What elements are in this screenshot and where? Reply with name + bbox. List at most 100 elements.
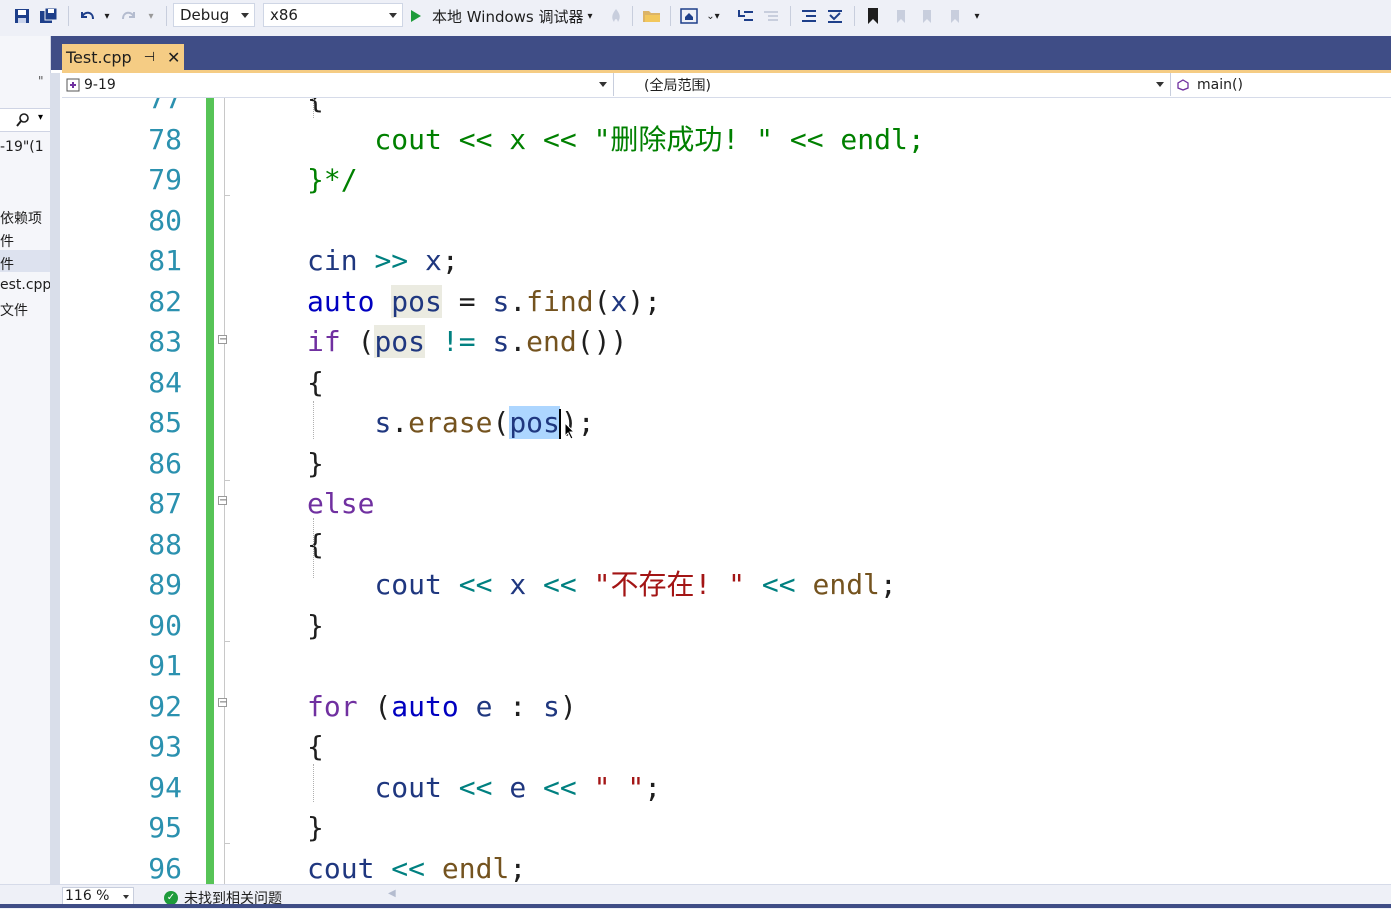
tree-item-resource-files[interactable]: 文件	[0, 300, 28, 320]
bookmark-icon[interactable]	[862, 6, 884, 26]
code-line[interactable]: auto pos = s.find(x);	[307, 282, 661, 322]
code-token: ())	[576, 325, 628, 358]
tab-test-cpp[interactable]: Test.cpp ⊣ ✕	[62, 44, 184, 70]
next-bookmark-icon[interactable]	[916, 6, 938, 26]
redo-icon[interactable]	[118, 6, 140, 26]
scroll-left-icon[interactable]: ◀	[388, 888, 396, 899]
line-number-margin: 77 78 79 80 81 82 83 84 85 86 87 88 89 90 91 92 93 94 95 96	[62, 98, 182, 884]
save-all-icon[interactable]	[38, 6, 60, 26]
panel-splitter[interactable]	[50, 73, 60, 908]
tree-item-test-cpp[interactable]: est.cpp	[0, 277, 50, 293]
platform-select[interactable]: x86	[263, 3, 403, 27]
code-token: endl	[812, 568, 880, 601]
indent-guide	[313, 401, 314, 439]
undo-icon[interactable]	[76, 6, 98, 26]
code-token: <<	[391, 851, 426, 885]
code-token: )	[559, 689, 577, 723]
code-token: s	[492, 325, 510, 358]
line-number: 91	[148, 649, 182, 682]
line-number: 84	[148, 365, 182, 399]
code-token: cin	[307, 244, 358, 277]
code-line[interactable]: s.erase(pos);	[307, 403, 595, 443]
member-select[interactable]: main()	[1171, 73, 1391, 96]
previous-bookmark-icon[interactable]	[890, 6, 912, 26]
chevron-down-icon: ▾	[38, 112, 44, 123]
close-icon[interactable]: ✕	[167, 48, 180, 67]
code-line[interactable]: else	[307, 484, 374, 524]
home-icon[interactable]	[678, 6, 700, 26]
code-token: <<	[543, 568, 577, 601]
code-line[interactable]: cout << x << "删除成功! " << endl;	[307, 120, 924, 160]
code-token: {	[307, 527, 324, 561]
code-token: ;	[644, 770, 662, 804]
global-scope-select[interactable]: (全局范围)	[614, 73, 1171, 96]
code-line[interactable]: }*/	[307, 160, 358, 200]
code-line[interactable]: cout << e << " ";	[307, 768, 661, 808]
chevron-down-icon: ▾	[587, 10, 593, 22]
line-number: 92	[148, 689, 182, 723]
code-token: >>	[374, 244, 409, 277]
code-line[interactable]: {	[307, 98, 324, 119]
code-token: else	[307, 487, 375, 520]
code-token: <<	[458, 568, 493, 601]
toolbar-separator	[68, 6, 69, 26]
code-line[interactable]: cout << endl;	[307, 849, 526, 885]
outdent-icon[interactable]	[734, 6, 756, 26]
hot-reload-icon[interactable]	[608, 6, 624, 26]
code-line[interactable]: {	[307, 363, 324, 403]
tree-item-header-files[interactable]: 件	[0, 254, 14, 274]
code-token: (	[492, 406, 510, 439]
chevron-down-icon	[123, 895, 129, 899]
toolbar-overflow-icon[interactable]: ▾	[970, 6, 984, 26]
code-line[interactable]: if (pos != s.end())	[307, 322, 627, 362]
search-input[interactable]: ▾	[0, 108, 50, 132]
code-line[interactable]: cin >> x;	[307, 241, 459, 281]
project-scope-select[interactable]: 9-19	[62, 73, 614, 96]
code-line[interactable]: }	[307, 808, 324, 848]
comment-icon[interactable]	[798, 6, 820, 26]
code-editor[interactable]: 77 78 79 80 81 82 83 84 85 86 87 88 89 90 91 92 93 94 95 96…	[62, 98, 1391, 884]
solution-config-select[interactable]: Debug	[173, 3, 255, 27]
sync-dropdown-icon[interactable]: ⌄▾	[704, 6, 722, 26]
start-debugging-label: 本地 Windows 调试器	[432, 7, 584, 26]
panel-options-icon[interactable]: "	[38, 74, 44, 88]
outline-end-tick	[224, 195, 230, 196]
redo-dropdown-icon[interactable]: ▾	[144, 6, 158, 26]
collapse-toggle[interactable]: −	[218, 496, 227, 506]
outline-end-tick	[224, 641, 230, 642]
code-line[interactable]: cout << x << "不存在! " << endl;	[307, 565, 896, 605]
open-folder-icon[interactable]	[641, 6, 663, 26]
collapse-toggle[interactable]: −	[218, 335, 227, 345]
code-line[interactable]: for (auto e : s)	[307, 687, 577, 727]
tree-item-project[interactable]: -19"(1	[0, 139, 44, 155]
start-debugging-button[interactable]: 本地 Windows 调试器 ▾	[408, 6, 608, 26]
tree-item-dependencies[interactable]: 依赖项	[0, 208, 42, 228]
solution-explorer-panel: " ▾ -19"(1 依赖项 件 件 est.cpp 文件 ▶	[0, 36, 51, 908]
toolbar-separator	[670, 6, 671, 26]
member-value: main()	[1197, 76, 1243, 93]
code-token: }*/	[307, 163, 358, 196]
undo-dropdown-icon[interactable]: ▾	[100, 6, 114, 26]
clear-bookmarks-icon[interactable]	[944, 6, 966, 26]
uncomment-icon[interactable]	[824, 6, 846, 26]
code-token: x	[610, 284, 628, 318]
code-line[interactable]: }	[307, 444, 324, 484]
code-token: .	[509, 325, 527, 358]
indent-icon[interactable]	[760, 6, 782, 26]
function-icon	[1177, 78, 1189, 91]
code-line[interactable]: {	[307, 727, 324, 767]
line-number: 95	[148, 811, 182, 844]
collapse-toggle[interactable]: −	[218, 698, 227, 708]
code-line[interactable]: {	[307, 525, 324, 565]
pin-icon[interactable]: ⊣	[144, 50, 155, 65]
code-line[interactable]: }	[307, 606, 324, 646]
tree-item-external[interactable]: 件	[0, 231, 14, 251]
save-icon[interactable]	[12, 6, 32, 26]
